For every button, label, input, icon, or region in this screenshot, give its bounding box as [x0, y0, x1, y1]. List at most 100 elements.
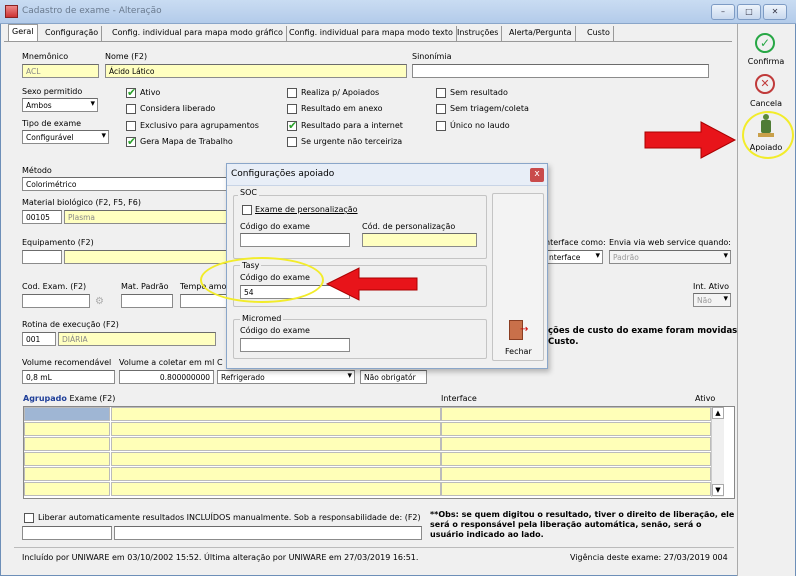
fechar-button[interactable]: Fechar [505, 347, 532, 356]
interface-como-select[interactable]: nterface [545, 250, 603, 264]
interface-cell[interactable] [441, 407, 711, 421]
minimize-button[interactable]: – [711, 4, 735, 20]
sem-triagem-checkbox[interactable] [436, 104, 446, 114]
envia-select[interactable]: Padrão [609, 250, 731, 264]
exame-cell[interactable] [111, 482, 441, 496]
sinonimia-label: Sinonímia [412, 52, 452, 61]
tab-instrucoes[interactable]: Instruções [454, 26, 503, 41]
material-field[interactable]: Plasma [64, 210, 227, 224]
exame-cell[interactable] [111, 437, 441, 451]
table-row[interactable] [24, 452, 718, 467]
unico-laudo-checkbox[interactable] [436, 121, 446, 131]
mnemonico-field[interactable]: ACL [22, 64, 99, 78]
agrupado-cell[interactable] [24, 452, 110, 466]
table-row[interactable] [24, 437, 718, 452]
exame-cell[interactable] [111, 407, 441, 421]
metodo-field[interactable]: Colorimétrico [22, 177, 227, 191]
agrupado-cell[interactable] [24, 407, 110, 421]
vol-col-field[interactable]: 0.800000000 [119, 370, 214, 384]
confirma-button[interactable]: Confirma [738, 57, 794, 66]
conservacao-select[interactable]: Refrigerado [217, 370, 355, 384]
cancela-button[interactable]: Cancela [738, 99, 794, 108]
ativo-checkbox[interactable] [126, 86, 136, 99]
realiza-apoiados-checkbox[interactable] [287, 88, 297, 98]
equipamento-code-field[interactable] [22, 250, 62, 264]
tab-alerta-pergunta[interactable]: Alerta/Pergunta [506, 26, 576, 41]
confirma-icon[interactable]: ✓ [755, 33, 775, 53]
interface-cell[interactable] [441, 437, 711, 451]
grid-header-interface: Interface [441, 394, 477, 403]
table-row[interactable] [24, 467, 718, 482]
scroll-down-icon[interactable]: ▼ [712, 484, 724, 496]
considera-liberado-checkbox[interactable] [126, 104, 136, 114]
soc-cod-exame-field[interactable] [240, 233, 350, 247]
status-right: Vigência deste exame: 27/03/2019 004 [570, 553, 728, 562]
agrupado-cell[interactable] [24, 422, 110, 436]
rotina-field[interactable]: DIÁRIA [58, 332, 216, 346]
interface-cell[interactable] [441, 422, 711, 436]
personalizacao-checkbox[interactable] [242, 205, 252, 215]
resultado-anexo-checkbox[interactable] [287, 104, 297, 114]
matpadrao-field[interactable] [121, 294, 173, 308]
sem-triagem-label: Sem triagem/coleta [450, 104, 529, 113]
gera-mapa-checkbox[interactable] [126, 135, 136, 148]
soc-cod-pers-field[interactable] [362, 233, 477, 247]
scroll-up-icon[interactable]: ▲ [712, 407, 724, 419]
responsavel-field[interactable] [114, 526, 422, 540]
person-icon[interactable] [758, 114, 774, 138]
sem-resultado-checkbox[interactable] [436, 88, 446, 98]
agrupado-cell[interactable] [24, 437, 110, 451]
agrupado-cell[interactable] [24, 467, 110, 481]
material-code-field[interactable]: 00105 [22, 210, 62, 224]
table-row[interactable] [24, 422, 718, 437]
exame-cell[interactable] [111, 422, 441, 436]
intativo-select[interactable]: Não [693, 293, 731, 307]
tab-geral[interactable]: Geral [8, 24, 38, 42]
resultado-internet-checkbox[interactable] [287, 119, 297, 132]
sexo-select[interactable]: Ambos [22, 98, 98, 112]
resultado-internet-label: Resultado para a internet [301, 121, 403, 130]
gear-icon[interactable]: ⚙ [95, 296, 104, 307]
interface-cell[interactable] [441, 467, 711, 481]
interface-cell[interactable] [441, 452, 711, 466]
nome-field[interactable]: Ácido Lático [105, 64, 407, 78]
material-label: Material biológico (F2, F5, F6) [22, 198, 141, 207]
agrupado-cell[interactable] [24, 482, 110, 496]
grid-header-ativo: Ativo [695, 394, 716, 403]
exame-cell[interactable] [111, 467, 441, 481]
rotina-code-field[interactable]: 001 [22, 332, 56, 346]
dialog-close-button[interactable]: x [530, 168, 544, 182]
app-icon [5, 5, 18, 18]
vol-rec-field[interactable]: 0,8 mL [22, 370, 115, 384]
grid-header-agrupado: Agrupado Exame (F2) [23, 394, 115, 403]
micromed-cod-exame-field[interactable] [240, 338, 350, 352]
codexam-field[interactable] [22, 294, 90, 308]
exclusivo-checkbox[interactable] [126, 121, 136, 131]
tab-config-mapa-grafico[interactable]: Config. individual para mapa modo gráfic… [109, 26, 287, 41]
agrupado-grid[interactable] [23, 406, 735, 499]
sinonimia-field[interactable] [412, 64, 709, 78]
liberar-label: Liberar automaticamente resultados INCLU… [38, 513, 421, 522]
exame-cell[interactable] [111, 452, 441, 466]
obrigatorio-field[interactable]: Não obrigatór [360, 370, 427, 384]
interface-cell[interactable] [441, 482, 711, 496]
maximize-button[interactable]: □ [737, 4, 761, 20]
tab-configuracao[interactable]: Configuração [42, 26, 103, 41]
cancela-icon[interactable]: ✕ [755, 74, 775, 94]
tab-config-mapa-texto[interactable]: Config. individual para mapa modo texto [286, 26, 457, 41]
grid-scrollbar[interactable]: ▲ ▼ [711, 407, 724, 497]
table-row[interactable] [24, 482, 718, 497]
liberar-checkbox[interactable] [24, 513, 34, 523]
responsavel-code-field[interactable] [22, 526, 112, 540]
apoiado-button[interactable]: Apoiado [738, 143, 794, 152]
nome-label: Nome (F2) [105, 52, 148, 61]
codexam-label: Cod. Exam. (F2) [22, 282, 87, 291]
status-divider [14, 547, 734, 548]
table-row[interactable] [24, 407, 718, 422]
ativo-label: Ativo [140, 88, 161, 97]
tab-custo[interactable]: Custo [584, 26, 614, 41]
close-button[interactable]: ✕ [763, 4, 787, 20]
urgente-checkbox[interactable] [287, 137, 297, 147]
equipamento-field[interactable] [64, 250, 227, 264]
tipo-select[interactable]: Configurável [22, 130, 109, 144]
